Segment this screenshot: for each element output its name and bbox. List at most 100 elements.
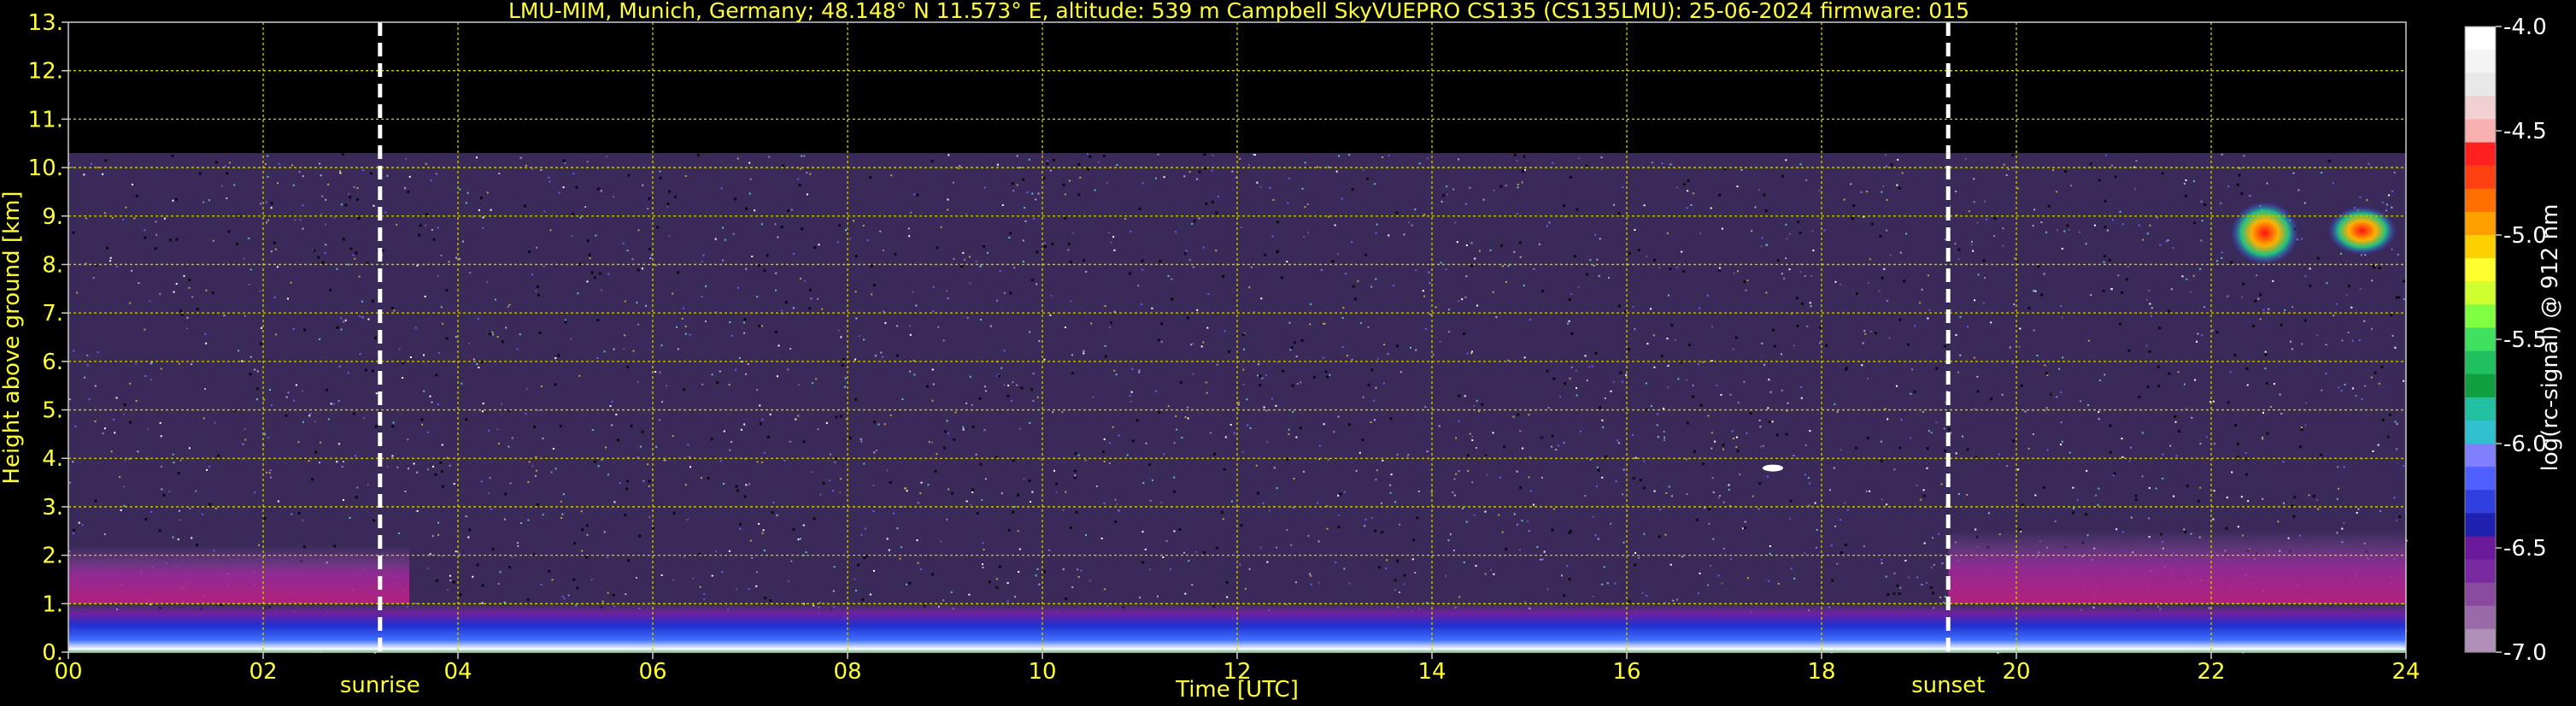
noise-speck	[2381, 201, 2384, 203]
noise-speck	[535, 469, 537, 472]
noise-speck	[775, 289, 777, 291]
noise-speck	[1463, 561, 1465, 563]
noise-speck	[1919, 565, 1922, 568]
noise-speck	[901, 398, 904, 400]
noise-speck	[1414, 572, 1417, 574]
noise-speck	[1904, 560, 1907, 562]
noise-speck	[530, 405, 532, 408]
noise-speck	[543, 210, 546, 213]
noise-speck	[1028, 537, 1030, 539]
noise-speck	[1916, 576, 1919, 579]
noise-speck	[624, 334, 626, 337]
noise-gap	[997, 374, 1000, 378]
noise-speck	[1370, 285, 1373, 288]
noise-speck	[1052, 411, 1054, 414]
noise-speck	[601, 289, 602, 291]
noise-speck	[497, 443, 500, 444]
noise-gap	[598, 272, 601, 275]
noise-speck	[1527, 521, 1529, 522]
noise-speck	[1348, 582, 1351, 585]
noise-speck	[549, 229, 552, 232]
noise-speck	[1492, 432, 1494, 434]
noise-speck	[1513, 513, 1516, 515]
noise-speck	[2317, 508, 2320, 510]
noise-gap	[1022, 178, 1025, 181]
noise-speck	[1458, 154, 1461, 156]
noise-speck	[1733, 315, 1735, 317]
noise-speck	[1863, 545, 1865, 548]
noise-speck	[747, 363, 749, 365]
noise-speck	[678, 477, 680, 479]
noise-gap	[488, 332, 491, 336]
noise-speck	[1804, 444, 1807, 446]
noise-speck	[1905, 232, 1907, 235]
noise-speck	[1103, 460, 1106, 462]
noise-gap	[171, 154, 174, 157]
noise-speck	[1192, 266, 1194, 268]
noise-speck	[1967, 296, 1969, 298]
noise-speck	[1467, 470, 1470, 472]
noise-speck	[535, 290, 537, 292]
noise-speck	[1523, 285, 1525, 287]
noise-speck	[1751, 230, 1753, 232]
noise-speck	[1240, 226, 1242, 228]
noise-gap	[743, 318, 747, 321]
noise-speck	[1584, 355, 1587, 357]
noise-speck	[465, 515, 467, 518]
noise-gap	[2161, 172, 2164, 175]
noise-speck	[259, 290, 261, 292]
noise-speck	[1791, 556, 1793, 558]
noise-speck	[1056, 489, 1059, 491]
noise-speck	[705, 321, 707, 322]
noise-speck	[164, 217, 166, 220]
noise-speck	[424, 295, 426, 297]
noise-gap	[1280, 276, 1283, 279]
noise-speck	[1183, 175, 1186, 178]
noise-gap	[1585, 164, 1588, 168]
noise-speck	[2009, 346, 2011, 349]
noise-speck	[160, 435, 162, 438]
noise-speck	[486, 191, 489, 194]
colorbar-tick-label: -7.0	[2503, 640, 2547, 666]
noise-gap	[564, 321, 567, 324]
noise-gap	[285, 414, 288, 417]
noise-speck	[1328, 215, 1330, 218]
noise-speck	[1429, 313, 1432, 315]
noise-speck	[1610, 390, 1612, 392]
noise-gap	[1215, 546, 1218, 550]
noise-speck	[625, 593, 627, 596]
noise-speck	[774, 223, 777, 226]
noise-gap	[1734, 336, 1738, 339]
colorbar-swatch	[2465, 605, 2496, 630]
noise-speck	[906, 490, 908, 492]
noise-speck	[233, 184, 236, 186]
noise-speck	[1923, 542, 1926, 544]
noise-speck	[575, 333, 578, 336]
noise-speck	[799, 538, 801, 540]
noise-speck	[1055, 491, 1058, 494]
noise-speck	[1686, 493, 1688, 496]
noise-speck	[627, 458, 629, 461]
noise-speck	[1866, 191, 1869, 192]
noise-speck	[343, 461, 344, 463]
noise-speck	[751, 298, 754, 301]
noise-speck	[2396, 423, 2398, 426]
noise-speck	[212, 239, 214, 242]
noise-speck	[2104, 424, 2107, 427]
noise-speck	[994, 342, 996, 344]
noise-gap	[1546, 369, 1549, 373]
noise-speck	[1036, 396, 1039, 398]
noise-speck	[797, 538, 800, 541]
noise-speck	[2332, 182, 2334, 185]
noise-speck	[1085, 534, 1087, 536]
noise-speck	[1982, 302, 1985, 304]
colorbar-tick-label: -4.0	[2503, 15, 2547, 40]
noise-speck	[1538, 243, 1540, 245]
noise-speck	[1731, 430, 1734, 432]
noise-gap	[894, 253, 897, 256]
noise-gap	[174, 197, 178, 201]
noise-speck	[1242, 368, 1245, 371]
noise-speck	[471, 215, 473, 218]
noise-gap	[2158, 327, 2162, 330]
noise-speck	[1900, 419, 1903, 421]
